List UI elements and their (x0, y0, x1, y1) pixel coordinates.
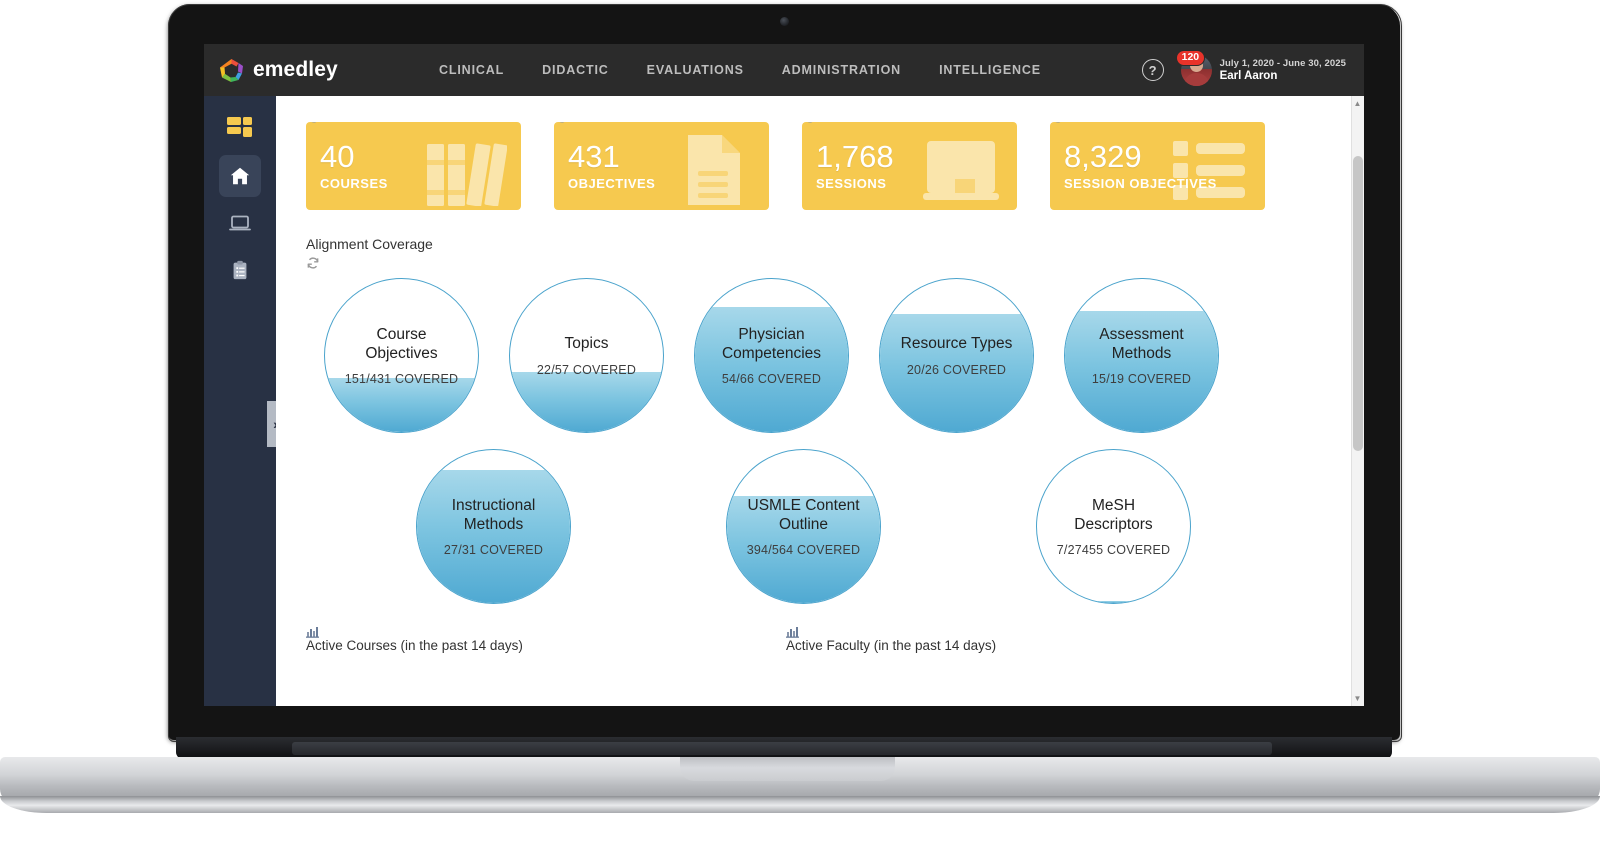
sidebar-item-dashboard-blocks[interactable] (219, 108, 261, 150)
laptop-base-lip (0, 796, 1600, 813)
emedley-hexagon-logo-icon (219, 58, 244, 83)
gauge-coverage: 22/57 COVERED (536, 362, 637, 377)
gauge-topics[interactable]: Topics 22/57 COVERED (509, 278, 664, 433)
gauge-resource-types[interactable]: Resource Types 20/26 COVERED (879, 278, 1034, 433)
alignment-coverage-title: Alignment Coverage (306, 236, 433, 252)
user-name: Earl Aaron (1219, 70, 1278, 82)
brand-name: emedley (253, 58, 338, 81)
stat-label: COURSES (320, 176, 388, 191)
refresh-icon[interactable] (803, 122, 817, 124)
stat-cards: 40 COURSES 431 OBJECTIVES 1,768 SESSIONS… (306, 122, 1334, 210)
laptop-hinge-strip (292, 742, 1272, 755)
laptop-screen-icon (228, 211, 252, 235)
gauge-label: Topics (564, 335, 609, 353)
gauge-label: MeSH Descriptors (1074, 496, 1153, 533)
gauge-mesh-descriptors[interactable]: MeSH Descriptors 7/27455 COVERED (1036, 449, 1191, 604)
webcam-icon (780, 17, 789, 26)
main-nav: CLINICAL DIDACTIC EVALUATIONS ADMINISTRA… (439, 63, 1142, 77)
refresh-icon[interactable] (555, 122, 569, 124)
stat-card-objectives[interactable]: 431 OBJECTIVES (554, 122, 769, 210)
scroll-down-arrow-icon[interactable]: ▼ (1352, 692, 1363, 705)
gauge-label: Instructional Methods (451, 496, 536, 533)
bottom-panels: Active Courses (in the past 14 days) Act… (306, 626, 1334, 653)
gauge-coverage: 151/431 COVERED (344, 372, 459, 387)
gauge-coverage: 20/26 COVERED (906, 362, 1007, 377)
nav-item-evaluations[interactable]: EVALUATIONS (647, 63, 744, 77)
panel-title: Active Faculty (in the past 14 days) (786, 638, 997, 653)
stat-value: 431 (568, 139, 620, 174)
gauge-instructional-methods[interactable]: Instructional Methods 27/31 COVERED (416, 449, 571, 604)
home-icon (229, 165, 251, 187)
laptop-screen-bezel: emedley CLINICAL DIDACTIC EVALUATIONS AD… (168, 4, 1402, 742)
clipboard-list-icon (229, 259, 251, 281)
user-menu[interactable]: 120 July 1, 2020 - June 30, 2025 Earl Aa… (1175, 49, 1346, 86)
gauge-assessment-methods[interactable]: Assessment Methods 15/19 COVERED (1064, 278, 1219, 433)
gauge-physician-competencies[interactable]: Physician Competencies 54/66 COVERED (694, 278, 849, 433)
document-icon (669, 130, 757, 210)
notification-badge[interactable]: 120 (1175, 49, 1206, 66)
coverage-gauge-row-1: Course Objectives 151/431 COVERED Topics… (306, 278, 1334, 433)
stat-value: 8,329 (1064, 139, 1142, 174)
stat-card-sessions[interactable]: 1,768 SESSIONS (802, 122, 1017, 210)
stat-value: 1,768 (816, 139, 894, 174)
gauge-coverage: 15/19 COVERED (1091, 372, 1192, 387)
gauge-coverage: 394/564 COVERED (746, 543, 861, 558)
brand[interactable]: emedley (204, 58, 439, 83)
gauge-coverage: 54/66 COVERED (721, 372, 822, 387)
nav-item-administration[interactable]: ADMINISTRATION (782, 63, 901, 77)
date-range: July 1, 2020 - June 30, 2025 (1219, 58, 1346, 69)
header-right: ? 120 July 1, 2020 - June 30, 2025 Earl … (1141, 49, 1364, 86)
user-text: July 1, 2020 - June 30, 2025 Earl Aaron (1220, 58, 1346, 82)
refresh-icon[interactable] (1051, 122, 1065, 124)
gauge-label: Physician Competencies (721, 325, 822, 362)
books-icon (421, 130, 509, 210)
sidebar-item-clipboard[interactable] (219, 249, 261, 291)
gauge-coverage: 7/27455 COVERED (1056, 543, 1171, 558)
stat-card-courses[interactable]: 40 COURSES (306, 122, 521, 210)
coverage-gauge-row-2: Instructional Methods 27/31 COVERED USML… (306, 449, 1334, 604)
screen-viewport: emedley CLINICAL DIDACTIC EVALUATIONS AD… (204, 44, 1364, 706)
refresh-icon[interactable] (306, 256, 320, 270)
refresh-icon[interactable] (307, 122, 321, 124)
whiteboard-icon (917, 130, 1005, 210)
main-content: 40 COURSES 431 OBJECTIVES 1,768 SESSIONS… (276, 96, 1364, 706)
gauge-label: Resource Types (900, 335, 1013, 353)
avatar-wrap: 120 (1175, 49, 1212, 86)
scrollbar-track[interactable] (1351, 96, 1364, 706)
stat-label: OBJECTIVES (568, 176, 656, 191)
grid-blocks-icon (226, 115, 254, 143)
nav-item-intelligence[interactable]: INTELLIGENCE (939, 63, 1041, 77)
gauge-label: Assessment Methods (1099, 325, 1184, 362)
panel-active-courses: Active Courses (in the past 14 days) (306, 626, 786, 653)
gauge-course-objectives[interactable]: Course Objectives 151/431 COVERED (324, 278, 479, 433)
alignment-coverage-section: Alignment Coverage Course Objectives 151… (306, 236, 1334, 604)
panel-title: Active Courses (in the past 14 days) (306, 638, 523, 653)
bar-chart-icon[interactable] (306, 626, 786, 638)
sidebar-item-screen[interactable] (219, 202, 261, 244)
scroll-up-arrow-icon[interactable]: ▲ (1352, 97, 1363, 110)
stat-value: 40 (320, 139, 355, 174)
stat-card-session-objectives[interactable]: 8,329 SESSION OBJECTIVES (1050, 122, 1265, 210)
app-header: emedley CLINICAL DIDACTIC EVALUATIONS AD… (204, 44, 1364, 96)
gauge-coverage: 27/31 COVERED (443, 543, 544, 558)
laptop-mockup: emedley CLINICAL DIDACTIC EVALUATIONS AD… (0, 0, 1600, 843)
sidebar-item-home[interactable] (219, 155, 261, 197)
panel-active-faculty: Active Faculty (in the past 14 days) (786, 626, 1266, 653)
laptop-trackpad-notch (680, 757, 895, 781)
gauge-usmle-content-outline[interactable]: USMLE Content Outline 394/564 COVERED (726, 449, 881, 604)
stat-label: SESSION OBJECTIVES (1064, 176, 1217, 191)
gauge-label: USMLE Content Outline (747, 496, 860, 533)
sidebar (204, 96, 276, 706)
stat-label: SESSIONS (816, 176, 887, 191)
nav-item-clinical[interactable]: CLINICAL (439, 63, 504, 77)
scrollbar-thumb[interactable] (1353, 156, 1363, 451)
gauge-label: Course Objectives (365, 325, 438, 362)
help-icon[interactable]: ? (1141, 59, 1164, 81)
bar-chart-icon[interactable] (786, 626, 1266, 638)
nav-item-didactic[interactable]: DIDACTIC (542, 63, 609, 77)
